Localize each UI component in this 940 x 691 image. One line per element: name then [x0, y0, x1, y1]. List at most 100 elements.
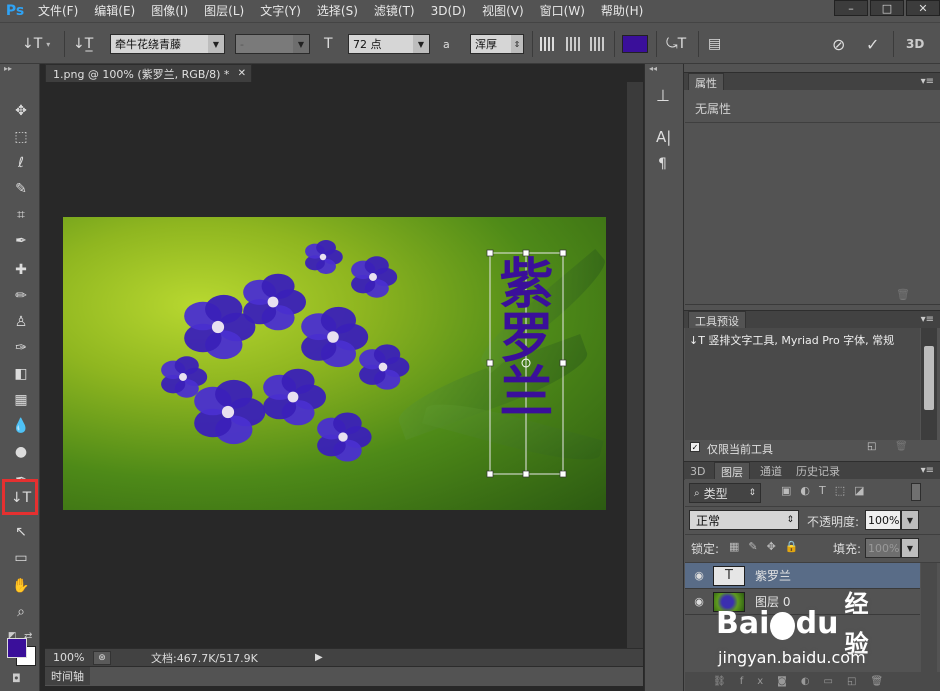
brush-icon: ✏ [15, 288, 27, 304]
chevron-down-icon: ▼ [293, 35, 309, 53]
zoom-level[interactable]: 100% [45, 651, 93, 664]
new-preset-icon[interactable]: ◱ [867, 441, 876, 452]
document-tab[interactable]: 1.png @ 100% (紫罗兰, RGB/8) * ✕ [45, 64, 252, 82]
doc-size[interactable]: 文档:467.7K/517.9K [139, 650, 315, 666]
scroll-thumb[interactable] [924, 346, 934, 410]
layers-footer-icons[interactable]: ⛓fx◙◐▭◱🗑 [685, 672, 940, 691]
maximize-button[interactable]: □ [870, 0, 904, 16]
blur-icon: 💧 [12, 418, 30, 434]
fill-dropdown[interactable]: ▼ [901, 538, 919, 558]
menu-filter[interactable]: 滤镜(T) [366, 0, 423, 22]
play-arrow-icon[interactable]: ▶ [315, 652, 323, 663]
eye-icon[interactable]: ◉ [685, 595, 713, 608]
preset-item[interactable]: ↓T 竖排文字工具, Myriad Pro 字体, 常规 [689, 332, 921, 348]
layer-filter-icons[interactable]: ▣◐T⬚◪ [781, 484, 874, 497]
menu-file[interactable]: 文件(F) [30, 0, 86, 22]
tool-eyedropper[interactable]: ✒ [8, 230, 34, 252]
lock-icons[interactable]: ▦✎✥🔒 [729, 540, 808, 553]
preset-scrollbar[interactable] [921, 328, 937, 440]
filter-toggle[interactable] [911, 483, 921, 501]
3d-button[interactable]: 3D [906, 34, 924, 54]
font-size-select[interactable]: 72 点 ▼ [348, 34, 430, 54]
tool-blur[interactable]: 💧 [8, 415, 34, 437]
panel-menu-icon[interactable]: ▾≡ [921, 465, 934, 476]
current-tool-checkbox[interactable]: ✓ [690, 442, 700, 452]
document-image[interactable]: 紫罗兰 [63, 217, 614, 510]
toggle-panels-button[interactable]: ▤ [708, 34, 721, 54]
menu-type[interactable]: 文字(Y) [252, 0, 309, 22]
opacity-input[interactable]: 100% [865, 510, 901, 530]
blend-mode-select[interactable]: 正常 ⇕ [689, 510, 799, 530]
tools-panel: ▸▸ ✥ ⬚ ℓ ✎ ⌗ ✒ ✚ ✏ ♙ ✑ ◧ ▦ 💧 ● ✒ ↓T ↖ ▭ ✋ ⌕ ◩ ⇄ ◘ [0, 64, 40, 691]
tool-preset-picker[interactable]: ↓T ▾ [22, 34, 50, 54]
font-style-select[interactable]: - ▼ [235, 34, 310, 54]
paw-icon [770, 612, 795, 640]
trash-icon[interactable]: 🗑 [895, 441, 908, 452]
tool-marquee[interactable]: ⬚ [8, 126, 34, 148]
layer-filter-select[interactable]: ⌕ 类型 ⇕ [689, 483, 761, 503]
fill-label: 填充: [833, 542, 862, 556]
menu-edit[interactable]: 编辑(E) [86, 0, 143, 22]
tool-dodge[interactable]: ● [8, 441, 34, 463]
tool-history-brush[interactable]: ✑ [8, 337, 34, 359]
tab-history[interactable]: 历史记录 [790, 462, 846, 480]
eye-icon[interactable]: ◉ [685, 569, 713, 582]
align-bottom-button[interactable] [590, 34, 606, 54]
layers-scrollbar[interactable] [921, 563, 937, 673]
tab-tool-presets[interactable]: 工具预设 [688, 311, 746, 329]
character-icon[interactable]: A| [656, 128, 671, 146]
status-icon[interactable]: ⊛ [93, 650, 111, 665]
opacity-dropdown[interactable]: ▼ [901, 510, 919, 530]
menu-select[interactable]: 选择(S) [309, 0, 366, 22]
align-center-button[interactable] [566, 34, 582, 54]
tool-lasso[interactable]: ℓ [8, 152, 34, 174]
tool-hand[interactable]: ✋ [8, 575, 34, 597]
panel-menu-icon[interactable]: ▾≡ [921, 314, 934, 325]
font-family-select[interactable]: 牵牛花绕青藤 ▼ [110, 34, 225, 54]
tool-quick-select[interactable]: ✎ [8, 178, 34, 200]
tool-rectangle[interactable]: ▭ [8, 547, 34, 569]
close-icon[interactable]: ✕ [238, 68, 246, 79]
trash-icon[interactable]: 🗑 [896, 288, 910, 301]
antialias-select[interactable]: 浑厚 ⇕ [470, 34, 524, 54]
tool-brush[interactable]: ✏ [8, 285, 34, 307]
tool-crop[interactable]: ⌗ [8, 204, 34, 226]
clone-source-icon[interactable]: ⊥ [656, 86, 670, 105]
quick-mask-icon[interactable]: ◘ [12, 672, 21, 685]
menu-image[interactable]: 图像(I) [143, 0, 196, 22]
tool-healing[interactable]: ✚ [8, 259, 34, 281]
timeline-tab[interactable]: 时间轴 [45, 667, 90, 685]
tab-layers[interactable]: 图层 [714, 462, 750, 480]
collapse-icon[interactable]: ◂◂ [649, 64, 657, 73]
tool-path-select[interactable]: ↖ [8, 521, 34, 543]
text-transform-box[interactable]: 紫罗兰 [486, 249, 567, 478]
text-color-swatch[interactable] [622, 34, 648, 54]
menu-help[interactable]: 帮助(H) [593, 0, 651, 22]
panel-menu-icon[interactable]: ▾≡ [921, 76, 934, 87]
warp-text-button[interactable]: ⤿T [666, 34, 686, 54]
commit-edits-button[interactable]: ✓ [866, 34, 879, 54]
menu-view[interactable]: 视图(V) [474, 0, 532, 22]
tab-3d[interactable]: 3D [684, 462, 708, 480]
vertical-scrollbar[interactable] [627, 82, 643, 648]
tool-gradient[interactable]: ▦ [8, 389, 34, 411]
menu-window[interactable]: 窗口(W) [532, 0, 593, 22]
tool-move[interactable]: ✥ [8, 100, 34, 122]
align-top-button[interactable] [540, 34, 556, 54]
paragraph-icon[interactable]: ¶ [658, 156, 667, 172]
collapse-icon[interactable]: ▸▸ [4, 64, 12, 73]
foreground-color-swatch[interactable] [7, 638, 27, 658]
tool-eraser[interactable]: ◧ [8, 363, 34, 385]
fill-input[interactable]: 100% [865, 538, 901, 558]
tool-stamp[interactable]: ♙ [8, 311, 34, 333]
minimize-button[interactable]: – [834, 0, 868, 16]
tab-properties[interactable]: 属性 [688, 73, 724, 91]
orchid-flower [351, 256, 398, 298]
menu-layer[interactable]: 图层(L) [196, 0, 252, 22]
tab-channels[interactable]: 通道 [754, 462, 788, 480]
close-button[interactable]: ✕ [906, 0, 940, 16]
tool-zoom[interactable]: ⌕ [8, 601, 34, 623]
menu-3d[interactable]: 3D(D) [423, 0, 474, 22]
cancel-edits-button[interactable]: ⊘ [832, 34, 845, 54]
toggle-orientation-button[interactable]: ↓T̲ [73, 34, 93, 54]
